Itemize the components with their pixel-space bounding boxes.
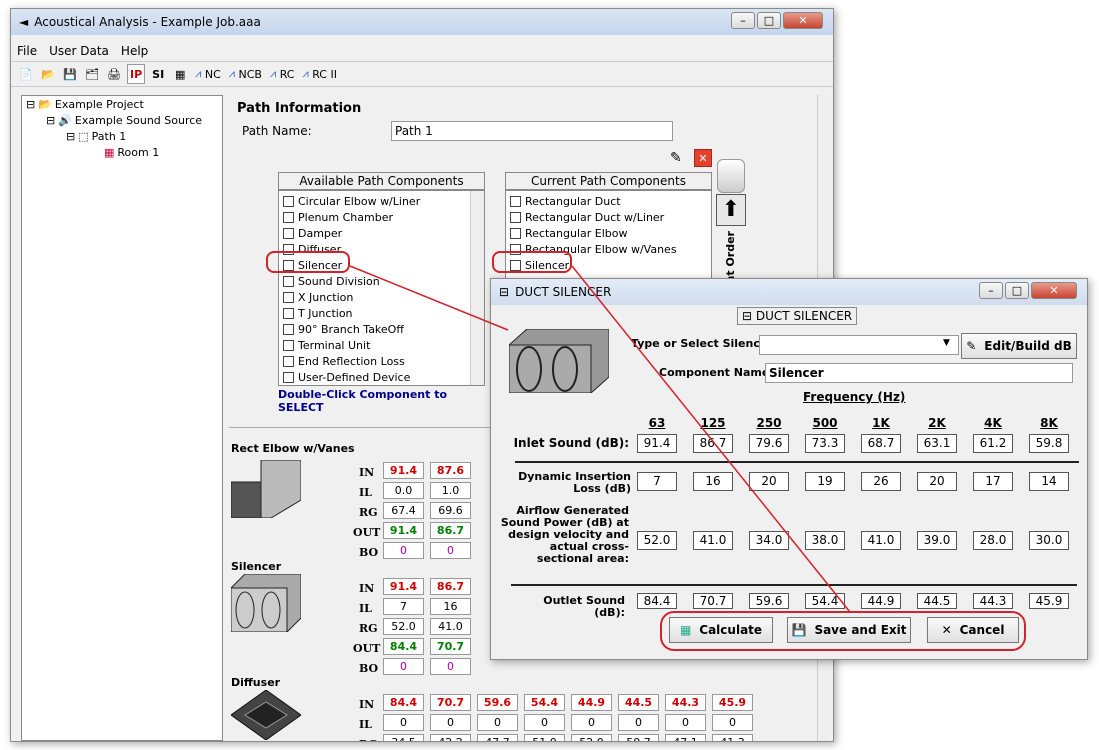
annotation-arrows [349, 265, 851, 613]
